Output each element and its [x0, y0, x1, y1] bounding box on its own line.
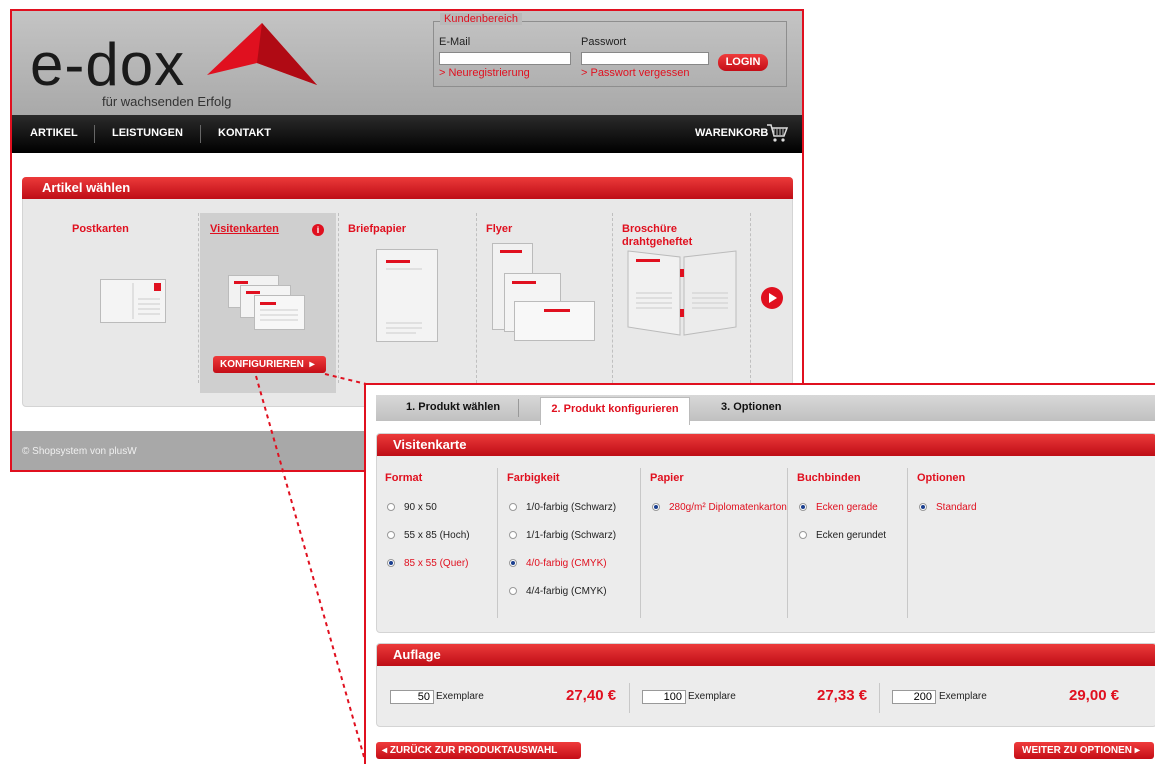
radio-option[interactable]: 4/4-farbig (CMYK) [509, 586, 607, 597]
column-papier: Papier 280g/m² Diplomatenkarton [642, 468, 787, 624]
quantity-field[interactable]: 50 [390, 690, 434, 704]
option-label: 1/0-farbig (Schwarz) [526, 502, 617, 513]
radio-option[interactable]: 4/0-farbig (CMYK) [509, 558, 607, 569]
column-heading: Buchbinden [797, 472, 861, 484]
column-optionen: Optionen Standard [909, 468, 1029, 624]
product-config-panel: Visitenkarte Format 90 x 50 55 x 85 (Hoc… [376, 433, 1155, 633]
radio-icon[interactable] [509, 531, 517, 539]
radio-option[interactable]: Ecken gerade [799, 502, 878, 513]
product-config-title: Visitenkarte [393, 437, 467, 452]
radio-selected-icon[interactable] [387, 559, 395, 567]
radio-icon[interactable] [799, 531, 807, 539]
tab-separator [518, 399, 519, 417]
auflage-divider [879, 683, 880, 713]
radio-option[interactable]: 90 x 50 [387, 502, 437, 513]
column-divider [787, 468, 788, 618]
radio-selected-icon[interactable] [919, 503, 927, 511]
column-heading: Papier [650, 472, 684, 484]
column-divider [640, 468, 641, 618]
column-buchbinden: Buchbinden Ecken gerade Ecken gerundet [789, 468, 907, 624]
auflage-divider [629, 683, 630, 713]
tab-produkt-konfigurieren[interactable]: 2. Produkt konfigurieren [540, 397, 690, 425]
option-label: 4/0-farbig (CMYK) [526, 558, 607, 569]
option-label: 1/1-farbig (Schwarz) [526, 530, 617, 541]
quantity-field[interactable]: 100 [642, 690, 686, 704]
quantity-unit: Exemplare [688, 691, 736, 702]
radio-option[interactable]: 280g/m² Diplomatenkarton [652, 502, 787, 513]
column-heading: Format [385, 472, 423, 484]
radio-icon[interactable] [387, 503, 395, 511]
radio-option[interactable]: 55 x 85 (Hoch) [387, 530, 470, 541]
radio-selected-icon[interactable] [509, 559, 517, 567]
radio-selected-icon[interactable] [652, 503, 660, 511]
column-divider [497, 468, 498, 618]
option-label: 280g/m² Diplomatenkarton [669, 502, 787, 513]
back-button-label: ZURÜCK ZUR PRODUKTAUSWAHL [389, 745, 558, 756]
auflage-panel: Auflage [376, 643, 1155, 727]
tab-optionen[interactable]: 3. Optionen [721, 401, 782, 413]
price-value: 27,40 € [566, 687, 617, 704]
product-config-header: Visitenkarte [377, 434, 1155, 456]
column-divider [907, 468, 908, 618]
option-label: Ecken gerundet [816, 530, 887, 541]
radio-icon[interactable] [509, 587, 517, 595]
price-value: 27,33 € [817, 687, 868, 704]
quantity-unit: Exemplare [436, 691, 484, 702]
forward-button-label: WEITER ZU OPTIONEN [1022, 745, 1132, 756]
option-label: 55 x 85 (Hoch) [404, 530, 470, 541]
radio-option[interactable]: Ecken gerundet [799, 530, 886, 541]
column-farbigkeit: Farbigkeit 1/0-farbig (Schwarz) 1/1-farb… [499, 468, 639, 624]
radio-option[interactable]: 1/0-farbig (Schwarz) [509, 502, 616, 513]
tab-produkt-waehlen[interactable]: 1. Produkt wählen [406, 401, 500, 413]
option-label: 4/4-farbig (CMYK) [526, 586, 607, 597]
radio-selected-icon[interactable] [799, 503, 807, 511]
column-heading: Optionen [917, 472, 966, 484]
option-label: Standard [936, 502, 977, 513]
back-to-product-selection-button[interactable]: ◂ ZURÜCK ZUR PRODUKTAUSWAHL [376, 742, 581, 759]
arrow-left-icon: ◂ [382, 745, 390, 756]
radio-option[interactable]: Standard [919, 502, 977, 513]
radio-option[interactable]: 85 x 55 (Quer) [387, 558, 468, 569]
option-label: 90 x 50 [404, 502, 437, 513]
radio-icon[interactable] [509, 503, 517, 511]
radio-option[interactable]: 1/1-farbig (Schwarz) [509, 530, 616, 541]
auflage-header: Auflage [377, 644, 1155, 666]
column-format: Format 90 x 50 55 x 85 (Hoch) 85 x 55 (Q… [377, 468, 497, 624]
step-tabs: 1. Produkt wählen 2. Produkt konfigurier… [376, 395, 1155, 425]
option-label: Ecken gerade [816, 502, 878, 513]
configurator-panel: 1. Produkt wählen 2. Produkt konfigurier… [364, 383, 1155, 764]
arrow-right-icon: ▸ [1132, 745, 1140, 756]
continue-to-options-button[interactable]: WEITER ZU OPTIONEN ▸ [1014, 742, 1154, 759]
option-label: 85 x 55 (Quer) [404, 558, 469, 569]
column-heading: Farbigkeit [507, 472, 560, 484]
radio-icon[interactable] [387, 531, 395, 539]
quantity-unit: Exemplare [939, 691, 987, 702]
price-value: 29,00 € [1069, 687, 1120, 704]
auflage-title: Auflage [393, 647, 441, 662]
quantity-field[interactable]: 200 [892, 690, 936, 704]
